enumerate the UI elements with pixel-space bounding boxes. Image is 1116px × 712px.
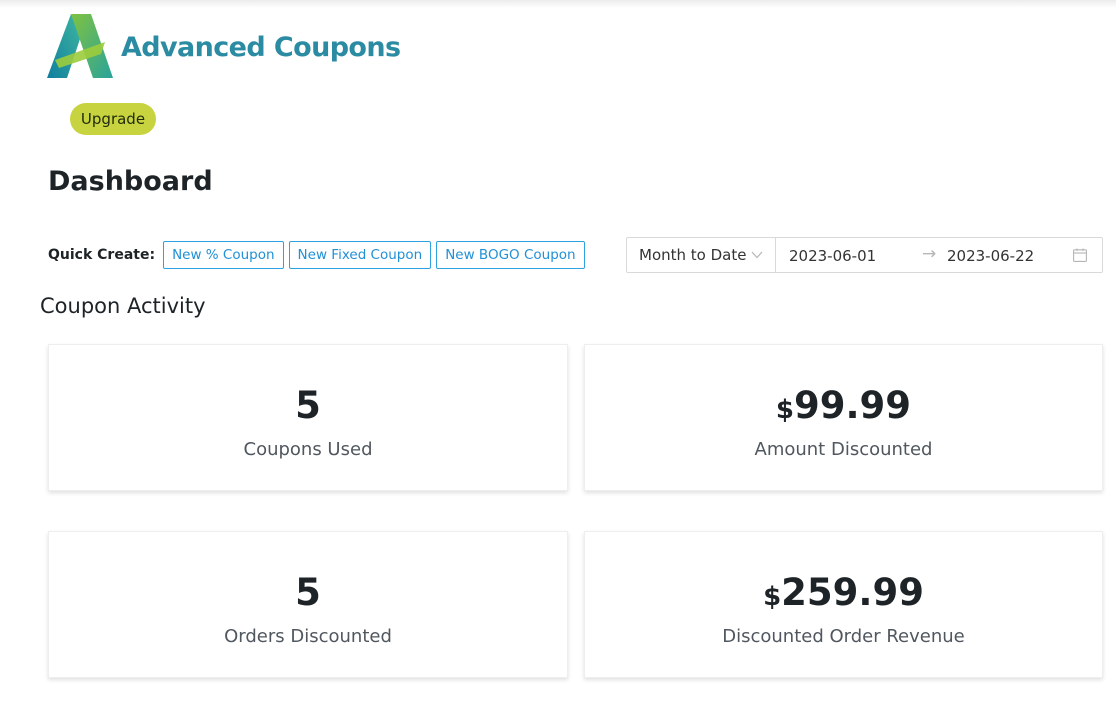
brand-logo[interactable]: Advanced Coupons xyxy=(47,14,401,80)
metric-number: 5 xyxy=(295,571,321,614)
metric-number: 259.99 xyxy=(781,571,924,614)
new-percent-coupon-button[interactable]: New % Coupon xyxy=(163,241,284,269)
amount-discounted-value: $99.99 xyxy=(585,383,1102,433)
discounted-order-revenue-value: $259.99 xyxy=(585,570,1102,620)
orders-discounted-card: 5 Orders Discounted xyxy=(48,531,568,678)
upgrade-button[interactable]: Upgrade xyxy=(70,103,156,135)
discounted-order-revenue-card: $259.99 Discounted Order Revenue xyxy=(584,531,1103,678)
brand-name: Advanced Coupons xyxy=(121,31,401,63)
orders-discounted-value: 5 xyxy=(49,570,567,620)
date-range-select[interactable]: Month to Date xyxy=(626,237,776,273)
currency-symbol: $ xyxy=(775,395,795,425)
currency-symbol: $ xyxy=(763,582,782,612)
metric-number: 99.99 xyxy=(794,384,912,427)
new-bogo-coupon-button[interactable]: New BOGO Coupon xyxy=(436,241,585,269)
amount-discounted-card: $99.99 Amount Discounted xyxy=(584,344,1103,491)
quick-create-label: Quick Create: xyxy=(48,247,156,263)
amount-discounted-label: Amount Discounted xyxy=(754,439,933,460)
orders-discounted-label: Orders Discounted xyxy=(224,626,392,647)
discounted-order-revenue-label: Discounted Order Revenue xyxy=(722,626,965,647)
new-fixed-coupon-button[interactable]: New Fixed Coupon xyxy=(288,241,432,269)
coupons-used-card: 5 Coupons Used xyxy=(48,344,568,491)
coupons-used-value: 5 xyxy=(49,383,567,433)
end-date-input[interactable]: 2023-06-22 xyxy=(947,247,1034,265)
quick-create-bar: Quick Create: New % Coupon New Fixed Cou… xyxy=(48,241,590,269)
coupon-activity-title: Coupon Activity xyxy=(40,294,206,318)
date-range-picker[interactable]: 2023-06-01 → 2023-06-22 xyxy=(776,237,1103,273)
calendar-icon[interactable] xyxy=(1073,248,1087,262)
date-range-value: Month to Date xyxy=(639,246,747,264)
metric-number: 5 xyxy=(295,384,321,427)
advanced-coupons-logo-icon xyxy=(47,14,113,78)
coupons-used-label: Coupons Used xyxy=(243,439,373,460)
start-date-input[interactable]: 2023-06-01 xyxy=(789,247,876,265)
date-separator-arrow: → xyxy=(922,244,937,264)
page-title: Dashboard xyxy=(48,166,213,197)
chevron-down-icon xyxy=(751,251,763,259)
top-shadow xyxy=(0,0,1116,8)
